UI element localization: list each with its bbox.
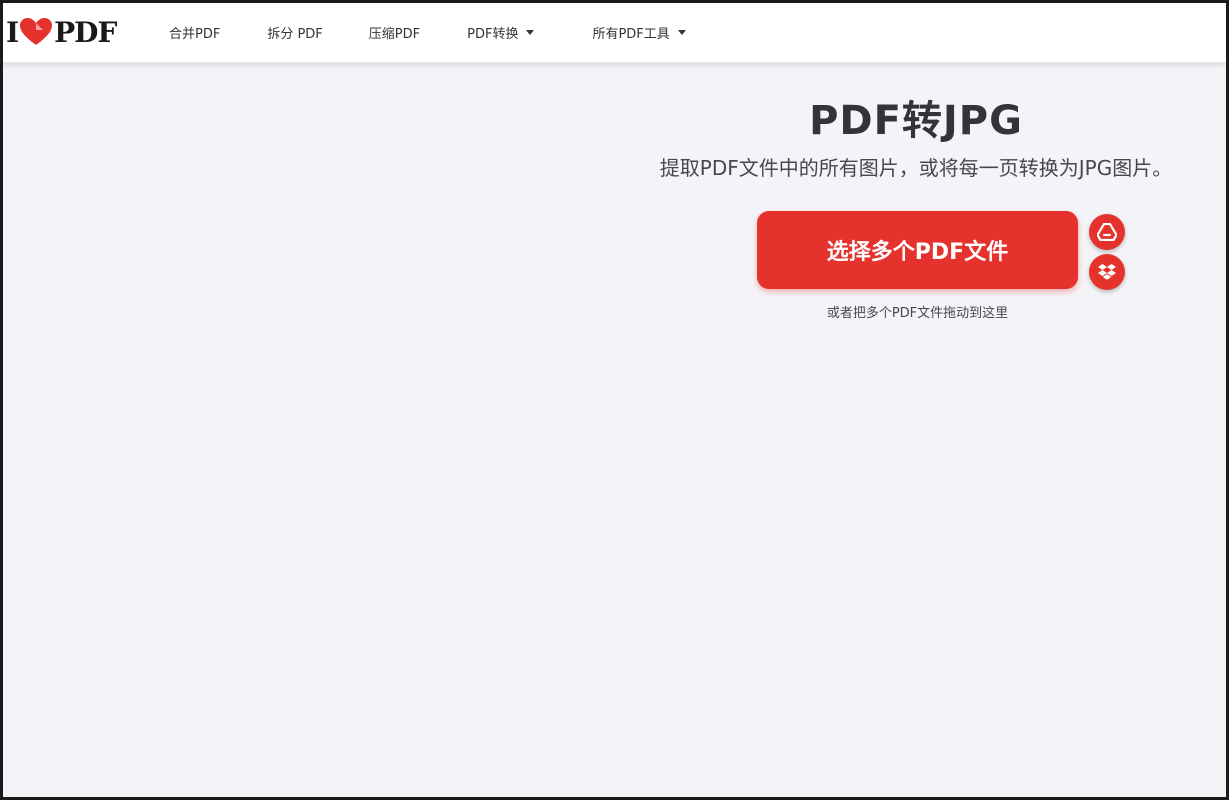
nav-label: PDF转换 [467, 27, 519, 42]
ilovepdf-logo[interactable]: I PDF [6, 14, 117, 50]
caret-down-icon [526, 30, 535, 35]
main-nav: 合并PDF 拆分 PDF 压缩PDF PDF转换 所有PDF工具 [169, 3, 686, 62]
nav-split-pdf[interactable]: 拆分 PDF [267, 23, 322, 42]
nav-merge-pdf[interactable]: 合并PDF [169, 23, 220, 42]
nav-all-pdf-tools-dropdown[interactable]: 所有PDF工具 [592, 23, 686, 42]
nav-label: 所有PDF工具 [592, 27, 670, 42]
top-navigation-bar: I PDF 合并PDF 拆分 PDF 压缩PDF PDF转换 所有PDF工具 [3, 3, 1226, 63]
google-drive-icon [1097, 223, 1117, 241]
browser-viewport: I PDF 合并PDF 拆分 PDF 压缩PDF PDF转换 所有PDF工具 P… [0, 0, 1229, 800]
select-pdf-files-button[interactable]: 选择多个PDF文件 [757, 211, 1078, 289]
google-drive-button[interactable] [1089, 214, 1125, 250]
heart-icon [19, 17, 53, 47]
dropbox-button[interactable] [1089, 254, 1125, 290]
drag-drop-hint: 或者把多个PDF文件拖动到这里 [826, 306, 1009, 321]
nav-label: 压缩PDF [368, 27, 421, 42]
nav-label: 拆分 PDF [267, 27, 323, 42]
nav-compress-pdf[interactable]: 压缩PDF [369, 23, 420, 42]
nav-label: 合并PDF [169, 27, 221, 42]
page-title: PDF转JPG [809, 98, 1023, 144]
page-subtitle: 提取PDF文件中的所有图片，或将每一页转换为JPG图片。 [659, 156, 1173, 180]
logo-text-left: I [6, 15, 19, 49]
nav-convert-pdf-dropdown[interactable]: PDF转换 [467, 23, 535, 42]
tool-hero: PDF转JPG 提取PDF文件中的所有图片，或将每一页转换为JPG图片。 [603, 91, 1226, 183]
dropbox-icon [1097, 263, 1117, 281]
upload-area: 选择多个PDF文件 [757, 211, 1127, 291]
caret-down-icon [677, 30, 686, 35]
logo-text-right: PDF [54, 15, 117, 49]
